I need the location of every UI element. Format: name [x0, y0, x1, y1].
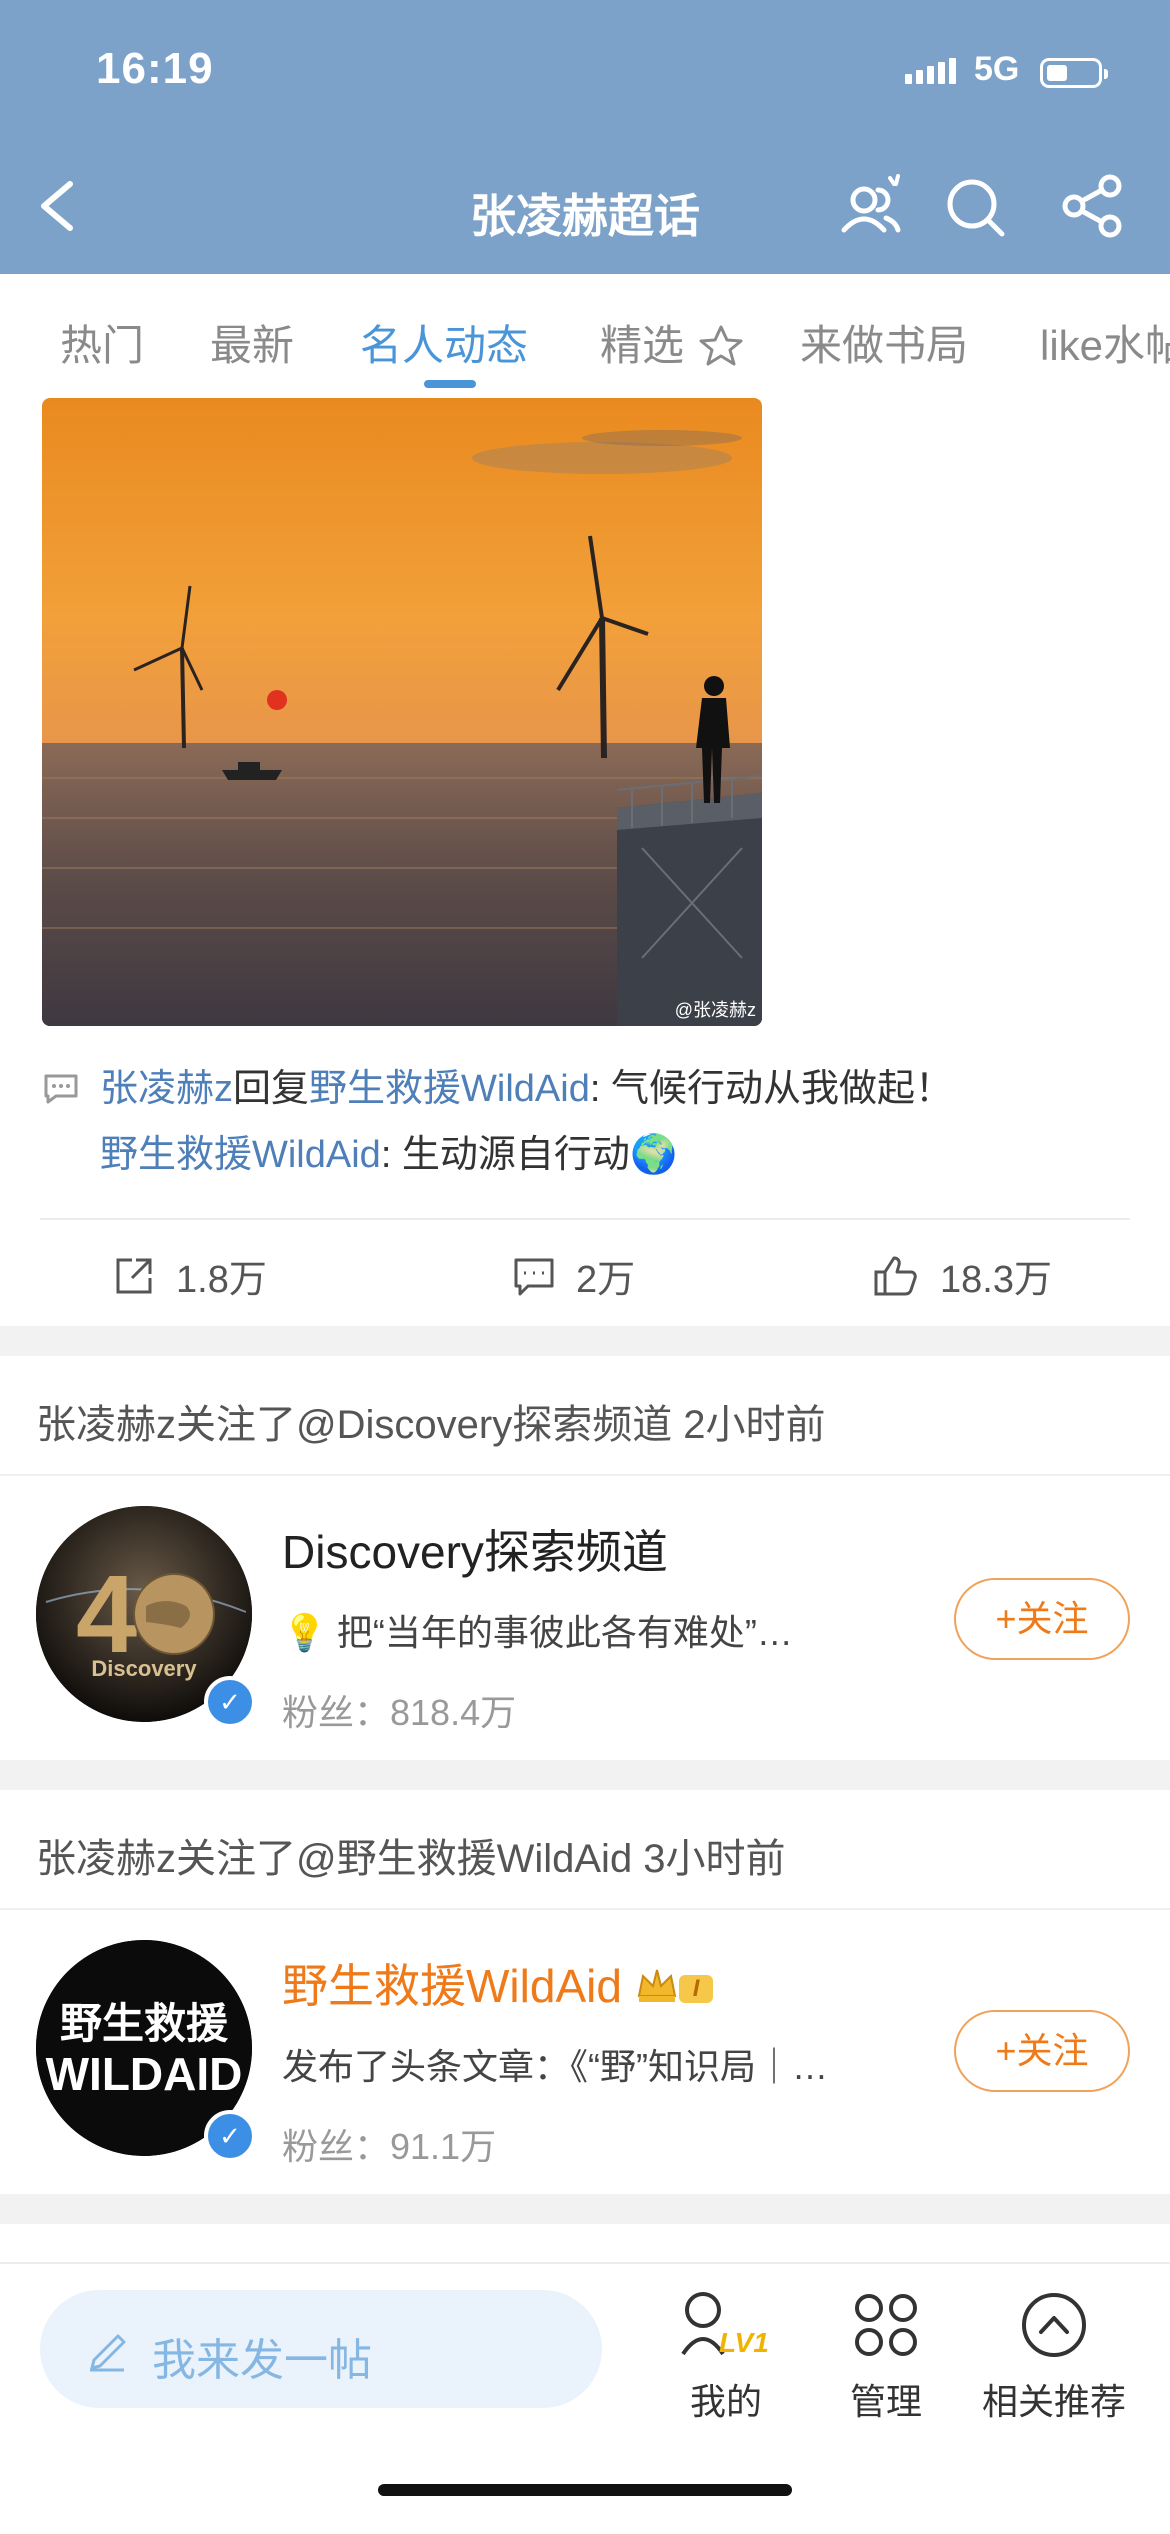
tab-featured[interactable]: 精选 — [600, 312, 746, 373]
avatar-en-text: WILDAID — [46, 2048, 243, 2100]
battery-icon — [1040, 58, 1108, 88]
share-action-button[interactable]: 1.8万 — [112, 1248, 267, 1303]
comment-action-button[interactable]: 2万 — [512, 1248, 635, 1303]
like-count: 18.3万 — [940, 1259, 1052, 1301]
active-tab-indicator — [424, 380, 476, 388]
search-button[interactable] — [940, 168, 1012, 244]
account-description: 发布了头条文章：《“野”知识局｜… — [282, 2046, 828, 2087]
repost-icon — [116, 1258, 152, 1293]
star-icon — [699, 325, 743, 366]
tab-bar: 热门 最新 名人动态 精选 来做书局 like水帖 — [0, 274, 1170, 394]
members-icon — [841, 174, 901, 233]
tab-latest[interactable]: 最新 — [210, 312, 294, 373]
signal-icon — [905, 58, 960, 84]
account-name[interactable]: 野生救援WildAid I — [282, 1950, 714, 2016]
section-gap — [0, 2194, 1170, 2224]
pencil-icon — [90, 2334, 126, 2372]
reply-target-link[interactable]: 野生救援WildAid — [309, 1068, 590, 1110]
crown-icon — [637, 1969, 676, 2002]
author-link[interactable]: 张凌赫z — [100, 1068, 233, 1110]
home-indicator[interactable] — [378, 2484, 792, 2496]
avatar-cn-text: 野生救援 — [60, 1999, 229, 2048]
share-button[interactable] — [1058, 168, 1130, 244]
account-name-text: 野生救援WildAid — [282, 1960, 622, 2012]
nav-mine-label: 我的 — [689, 2381, 762, 2422]
account-name[interactable]: Discovery探索频道 — [282, 1516, 668, 1582]
divider — [40, 1218, 1130, 1220]
thumbs-up-icon — [874, 1256, 917, 1295]
user-level-icon: LV1 — [681, 2292, 769, 2358]
avatar-brand: Discovery — [91, 1656, 197, 1681]
section-gap — [0, 1326, 1170, 1356]
follow-event-note: 张凌赫z关注了@野生救援WildAid 3小时前 — [36, 1837, 786, 1881]
follower-count: 粉丝：91.1万 — [282, 2126, 497, 2167]
repost-text: 张凌赫z回复野生救援WildAid: 气候行动从我做起！ 野生救援WildAid… — [100, 1056, 1120, 1188]
sunset-wind-turbine-photo — [42, 398, 762, 1026]
section-gap — [0, 1760, 1170, 1790]
comment-icon — [514, 1258, 554, 1295]
nav-manage[interactable]: 管理 — [836, 2286, 936, 2425]
image-watermark: @张凌赫z — [674, 1000, 756, 1020]
globe-emoji-icon: 🌍 — [629, 1134, 678, 1176]
tab-celebrity-updates[interactable]: 名人动态 — [360, 312, 528, 373]
nav-recommend-label: 相关推荐 — [981, 2381, 1126, 2422]
grid-icon — [855, 2294, 917, 2356]
compose-button[interactable]: 我来发一帖 — [40, 2290, 602, 2408]
like-action-button[interactable]: 18.3万 — [872, 1248, 1052, 1303]
tab-hot[interactable]: 热门 — [60, 312, 144, 373]
chevron-up-circle-icon — [1022, 2293, 1086, 2357]
nav-recommend[interactable]: 相关推荐 — [966, 2286, 1142, 2425]
follow-event-note: 张凌赫z关注了@Discovery探索频道 2小时前 — [36, 1403, 826, 1447]
tab-book-club[interactable]: 来做书局 — [800, 312, 968, 373]
member-level-badge: I — [678, 1975, 714, 2003]
divider — [0, 1908, 1170, 1910]
tab-featured-label: 精选 — [600, 322, 685, 369]
top-bar: 16:19 5G 张凌赫超话 — [0, 0, 1170, 274]
comment-small-icon — [44, 1074, 78, 1104]
divider — [0, 1474, 1170, 1476]
verified-badge-icon: ✓ — [204, 2110, 256, 2162]
original-text: : 生动源自行动 — [380, 1134, 630, 1176]
level-label: LV1 — [719, 2327, 769, 2358]
comment-count: 2万 — [576, 1259, 636, 1301]
compose-placeholder: 我来发一帖 — [152, 2336, 372, 2385]
share-icon — [1062, 174, 1122, 238]
account-description: 💡 把“当年的事彼此各有难处”… — [282, 1612, 793, 1653]
follow-button[interactable]: +关注 — [954, 1578, 1130, 1660]
follow-button[interactable]: +关注 — [954, 2010, 1130, 2092]
reply-text: : 气候行动从我做起！ — [589, 1068, 953, 1110]
verified-badge-icon: ✓ — [204, 1676, 256, 1728]
network-label: 5G — [974, 50, 1020, 88]
nav-manage-label: 管理 — [849, 2381, 922, 2422]
nav-mine[interactable]: LV1 我的 — [666, 2286, 786, 2425]
original-author-link[interactable]: 野生救援WildAid — [100, 1134, 381, 1176]
status-time: 16:19 — [96, 44, 214, 93]
post-image[interactable]: @张凌赫z — [42, 398, 762, 1026]
post-action-bar: 1.8万 2万 18.3万 — [0, 1236, 1170, 1308]
reply-verb: 回复 — [233, 1068, 310, 1110]
follower-count: 粉丝：818.4万 — [282, 1692, 517, 1733]
share-count: 1.8万 — [176, 1259, 267, 1301]
search-icon — [947, 179, 1005, 237]
tab-like-water[interactable]: like水帖 — [1040, 312, 1170, 373]
members-button[interactable] — [834, 168, 906, 244]
